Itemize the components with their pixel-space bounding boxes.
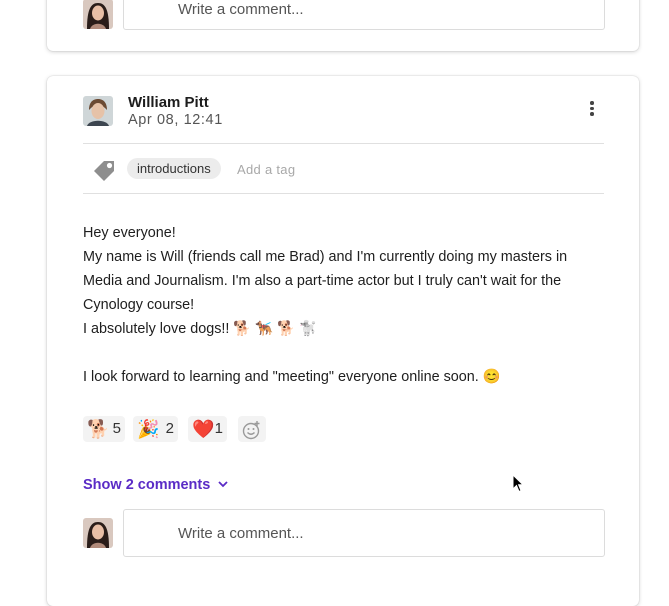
comment-input-previous[interactable] bbox=[178, 0, 578, 29]
add-reaction-icon bbox=[242, 421, 260, 440]
mouse-cursor-icon bbox=[512, 474, 524, 493]
post-card: William Pitt Apr 08, 12:41 introductions… bbox=[47, 76, 639, 606]
post-body: Hey everyone! My name is Will (friends c… bbox=[83, 221, 608, 389]
current-user-avatar bbox=[83, 0, 113, 29]
reaction-count: 1 bbox=[214, 420, 223, 437]
reaction-party[interactable]: 🎉 2 bbox=[133, 416, 178, 442]
current-user-avatar bbox=[83, 518, 113, 548]
add-tag-input[interactable]: Add a tag bbox=[237, 162, 295, 177]
reaction-count: 5 bbox=[112, 420, 121, 437]
post-line-closing: I look forward to learning and "meeting"… bbox=[83, 369, 501, 385]
post-line-blank bbox=[83, 341, 608, 365]
author-name[interactable]: William Pitt bbox=[128, 94, 209, 111]
reaction-heart[interactable]: ❤️ 1 bbox=[188, 416, 227, 442]
post-line-intro: My name is Will (friends call me Brad) a… bbox=[83, 249, 572, 313]
dog-icon: 🐕 bbox=[87, 419, 110, 439]
comment-box[interactable] bbox=[123, 509, 605, 557]
post-line-dogs: I absolutely love dogs!! 🐕 🐕‍🦺 🐕 🐩 bbox=[83, 321, 318, 337]
author-avatar[interactable] bbox=[83, 96, 113, 126]
more-options-button[interactable] bbox=[583, 97, 601, 119]
party-popper-icon: 🎉 bbox=[137, 419, 160, 439]
post-date: Apr 08, 12:41 bbox=[128, 112, 223, 128]
tag-chip-introductions[interactable]: introductions bbox=[127, 158, 221, 179]
add-reaction-button[interactable] bbox=[238, 416, 266, 442]
heart-icon: ❤️ bbox=[192, 419, 215, 439]
show-comments-link[interactable]: Show 2 comments bbox=[83, 477, 210, 493]
comment-input[interactable] bbox=[178, 510, 578, 556]
previous-post-card bbox=[47, 0, 639, 51]
post-line-greeting: Hey everyone! bbox=[83, 225, 176, 241]
comment-box-previous[interactable] bbox=[123, 0, 605, 30]
header-divider bbox=[83, 143, 604, 144]
tag-icon bbox=[92, 157, 118, 186]
chevron-down-icon[interactable] bbox=[217, 479, 229, 489]
more-vertical-icon bbox=[590, 101, 594, 105]
reaction-count: 2 bbox=[165, 420, 174, 437]
tags-divider bbox=[83, 193, 604, 194]
reaction-dog[interactable]: 🐕 5 bbox=[83, 416, 125, 442]
